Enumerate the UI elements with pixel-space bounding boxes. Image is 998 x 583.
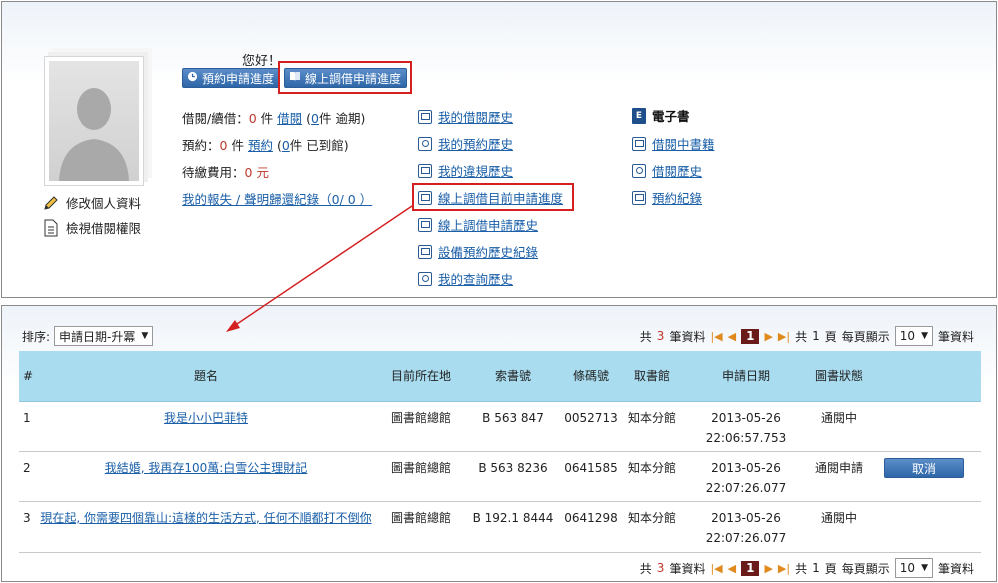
ebook-icon: E <box>632 107 646 124</box>
reserve-progress-button[interactable]: 預約申請進度 <box>182 68 281 88</box>
online-progress-list-panel: 排序: 申請日期-升冪 ▼ 共 3 筆資料 |◀ ◀ 1 ▶ ▶| 共 1 頁 … <box>1 305 997 582</box>
greeting-text: 您好！ <box>242 54 282 69</box>
reserve-stat: 預約：0 件 預約 (0件 已到館) <box>182 138 349 153</box>
table-header-row: # 題名 目前所在地 索書號 條碼號 取書館 申請日期 圖書狀態 <box>19 351 981 402</box>
view-permission-label: 檢視借閱權限 <box>66 221 142 236</box>
borrow-stat: 借閱/續借：0 件 借閱 (0件 逾期) <box>182 111 366 126</box>
progress-table: # 題名 目前所在地 索書號 條碼號 取書館 申請日期 圖書狀態 1 我是小小巴… <box>19 351 981 553</box>
col-header-pickup: 取書館 <box>623 351 681 402</box>
overdue-count-link[interactable]: 0 <box>311 111 319 126</box>
sort-label: 排序: <box>22 329 51 344</box>
last-page-icon[interactable]: ▶| <box>778 562 790 575</box>
chevron-down-icon: ▼ <box>921 331 928 341</box>
arrived-count-link[interactable]: 0 <box>282 138 290 153</box>
borrow-history-link[interactable]: 我的借閱歷史 <box>418 107 513 126</box>
chevron-down-icon: ▼ <box>141 331 149 341</box>
avatar <box>44 56 144 186</box>
pager-top: 共 3 筆資料 |◀ ◀ 1 ▶ ▶| 共 1 頁 每頁顯示 10 ▼ 筆資料 <box>640 326 974 346</box>
highlight-box-progress-link <box>412 183 574 211</box>
table-row: 3 現在起, 你需要四個靠山:這樣的生活方式, 任何不順都打不倒你 圖書館總館 … <box>19 501 981 553</box>
search-icon <box>418 136 432 151</box>
account-summary-panel: 修改個人資料 檢視借閱權限 您好！ 預約申請進度 線上調借申請進度 借閱/續借：… <box>1 1 997 298</box>
online-history-link[interactable]: 線上調借申請歷史 <box>418 215 538 234</box>
table-row: 1 我是小小巴菲特 圖書館總館 B 563 847 0052713 知本分館 2… <box>19 401 981 452</box>
col-header-barcode: 條碼號 <box>559 351 623 402</box>
col-header-action <box>867 351 981 402</box>
next-page-icon[interactable]: ▶ <box>764 562 772 575</box>
per-page-select[interactable]: 10 ▼ <box>894 558 933 578</box>
last-page-icon[interactable]: ▶| <box>778 330 790 343</box>
col-header-title: 題名 <box>37 351 375 402</box>
first-page-icon[interactable]: |◀ <box>710 562 722 575</box>
ebook-history-link[interactable]: 借閱歷史 <box>632 161 702 180</box>
pencil-icon <box>42 194 60 212</box>
next-page-icon[interactable]: ▶ <box>764 330 772 343</box>
clock-icon <box>187 71 198 85</box>
document-icon <box>42 219 60 237</box>
violation-history-link[interactable]: 我的違規歷史 <box>418 161 513 180</box>
key-icon <box>418 244 432 259</box>
book-title-link[interactable]: 現在起, 你需要四個靠山:這樣的生活方式, 任何不順都打不倒你 <box>40 511 371 525</box>
col-header-location: 目前所在地 <box>375 351 467 402</box>
table-row: 2 我結婚, 我再存100萬:白雪公主理財記 圖書館總館 B 563 8236 … <box>19 451 981 502</box>
edit-profile-link[interactable]: 修改個人資料 <box>42 193 141 212</box>
per-page-select[interactable]: 10 ▼ <box>894 326 933 346</box>
history-icon <box>418 217 432 232</box>
first-page-icon[interactable]: |◀ <box>710 330 722 343</box>
current-page[interactable]: 1 <box>741 560 760 576</box>
ebook-borrowing-link[interactable]: 借閱中書籍 <box>632 134 715 153</box>
search-icon <box>418 271 432 286</box>
current-page[interactable]: 1 <box>741 328 760 344</box>
book-title-link[interactable]: 我是小小巴菲特 <box>164 411 248 425</box>
view-permission-link[interactable]: 檢視借閱權限 <box>42 218 141 237</box>
reserve-link[interactable]: 預約 <box>248 138 273 153</box>
sort-select[interactable]: 申請日期-升冪 ▼ <box>54 326 154 346</box>
col-header-index: # <box>19 351 37 402</box>
avatar-silhouette-icon <box>59 88 129 181</box>
equipment-history-link[interactable]: 設備預約歷史紀錄 <box>418 242 538 261</box>
lost-record-link[interactable]: 我的報失 / 聲明歸還紀錄（0/ 0 ） <box>182 189 372 208</box>
cancel-button[interactable]: 取消 <box>884 457 964 478</box>
ebook-heading: E 電子書 <box>632 106 690 125</box>
sort-bar: 排序: 申請日期-升冪 ▼ <box>22 326 154 346</box>
record-icon <box>632 190 646 205</box>
book-title-link[interactable]: 我結婚, 我再存100萬:白雪公主理財記 <box>105 461 308 475</box>
col-header-status: 圖書狀態 <box>811 351 867 402</box>
search-icon <box>632 163 646 178</box>
pager-bottom: 共 3 筆資料 |◀ ◀ 1 ▶ ▶| 共 1 頁 每頁顯示 10 ▼ 筆資料 <box>640 558 974 578</box>
reserve-progress-label: 預約申請進度 <box>202 71 275 86</box>
list-icon <box>632 136 646 151</box>
prev-page-icon[interactable]: ◀ <box>728 330 736 343</box>
reserve-history-link[interactable]: 我的預約歷史 <box>418 134 513 153</box>
col-header-date: 申請日期 <box>681 351 811 402</box>
prev-page-icon[interactable]: ◀ <box>728 562 736 575</box>
list-icon <box>418 109 432 124</box>
record-icon <box>418 163 432 178</box>
chevron-down-icon: ▼ <box>921 563 928 573</box>
ebook-reserve-link[interactable]: 預約紀錄 <box>632 188 702 207</box>
highlight-box-online-button <box>278 61 412 94</box>
col-header-call-number: 索書號 <box>467 351 559 402</box>
query-history-link[interactable]: 我的查詢歷史 <box>418 269 513 288</box>
fee-stat: 待繳費用：0 元 <box>182 165 269 180</box>
borrow-link[interactable]: 借閱 <box>277 111 302 126</box>
edit-profile-label: 修改個人資料 <box>66 196 142 211</box>
